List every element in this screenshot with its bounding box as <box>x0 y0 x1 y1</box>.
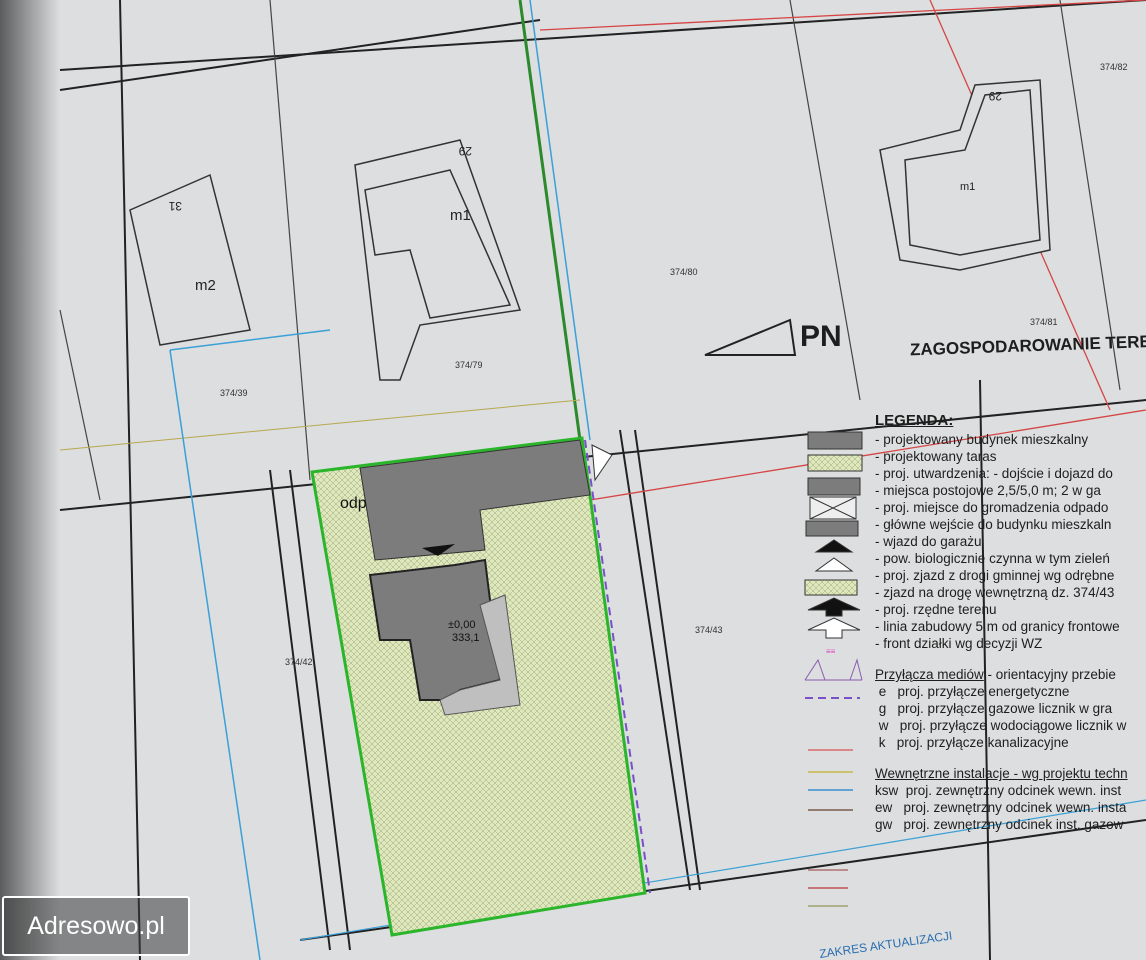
legend-item: - projektowany budynek mieszkalny <box>875 432 1089 447</box>
legend-item: - front działki wg decyzji WZ <box>875 636 1043 651</box>
internal-heading: Wewnętrzne instalacje - wg projektu tech… <box>875 766 1128 781</box>
legend-item: - zjazd na drogę wewnętrzną dz. 374/43 <box>875 585 1115 600</box>
svg-text:≡≡: ≡≡ <box>826 647 836 656</box>
legend-item: - proj. rzędne terenu <box>875 602 997 617</box>
legend-item: - główne wejście do budynku mieszkaln <box>875 517 1112 532</box>
parcel-number: 374/80 <box>670 267 698 277</box>
building-label: m2 <box>195 277 216 294</box>
building-label: m1 <box>450 207 471 224</box>
legend-item: - linia zabudowy 5 m od granicy frontowe <box>875 619 1120 634</box>
house-number: 29 <box>988 89 1002 103</box>
internal-item: gw proj. zewnętrzny odcinek inst. gazow <box>875 817 1124 832</box>
level-value: 333,1 <box>452 632 480 644</box>
house-number: 29 <box>458 144 472 158</box>
internal-item: ew proj. zewnętrzny odcinek wewn. insta <box>875 800 1127 815</box>
parcel-number: 374/79 <box>455 360 483 370</box>
legend-item: - projektowany taras <box>875 449 997 464</box>
house-number: 31 <box>168 199 182 213</box>
legend-heading: LEGENDA: <box>875 412 954 429</box>
north-label: PN <box>800 320 842 353</box>
parcel-number: 374/82 <box>1100 62 1128 72</box>
parcel-number: 374/43 <box>695 625 723 635</box>
parcel-number: 374/42 <box>285 657 313 667</box>
legend-item: - wjazd do garażu <box>875 534 982 549</box>
utilities-heading: Przyłącza mediów - orientacyjny przebie <box>875 667 1116 682</box>
waste-label: odp <box>340 495 367 512</box>
utility-item: e proj. przyłącze energetyczne <box>878 684 1070 699</box>
legend-item: - miejsca postojowe 2,5/5,0 m; 2 w ga <box>875 483 1101 498</box>
utility-item: w proj. przyłącze wodociągowe licznik w <box>878 718 1127 733</box>
building-label: m1 <box>960 181 975 193</box>
watermark: Adresowo.pl <box>2 896 190 956</box>
legend-item: - proj. utwardzenia: - dojście i dojazd … <box>875 466 1113 481</box>
utility-item: g proj. przyłącze gazowe licznik w gra <box>878 701 1113 716</box>
legend-item: - pow. biologicznie czynna w tym zieleń <box>875 551 1110 566</box>
parcel-number: 374/39 <box>220 388 248 398</box>
legend: LEGENDA: - projektowany budynek mieszkal… <box>875 412 1128 833</box>
screen-edge-shadow <box>0 0 60 960</box>
internal-item: ksw proj. zewnętrzny odcinek wewn. inst <box>875 783 1122 798</box>
utility-item: k proj. przyłącze kanalizacyjne <box>878 735 1069 750</box>
legend-item: - proj. zjazd z drogi gminnej wg odrębne <box>875 568 1115 583</box>
level-zero: ±0,00 <box>448 619 475 631</box>
legend-item: - proj. miejsce do gromadzenia odpado <box>875 500 1109 515</box>
parcel-number: 374/81 <box>1030 317 1058 327</box>
